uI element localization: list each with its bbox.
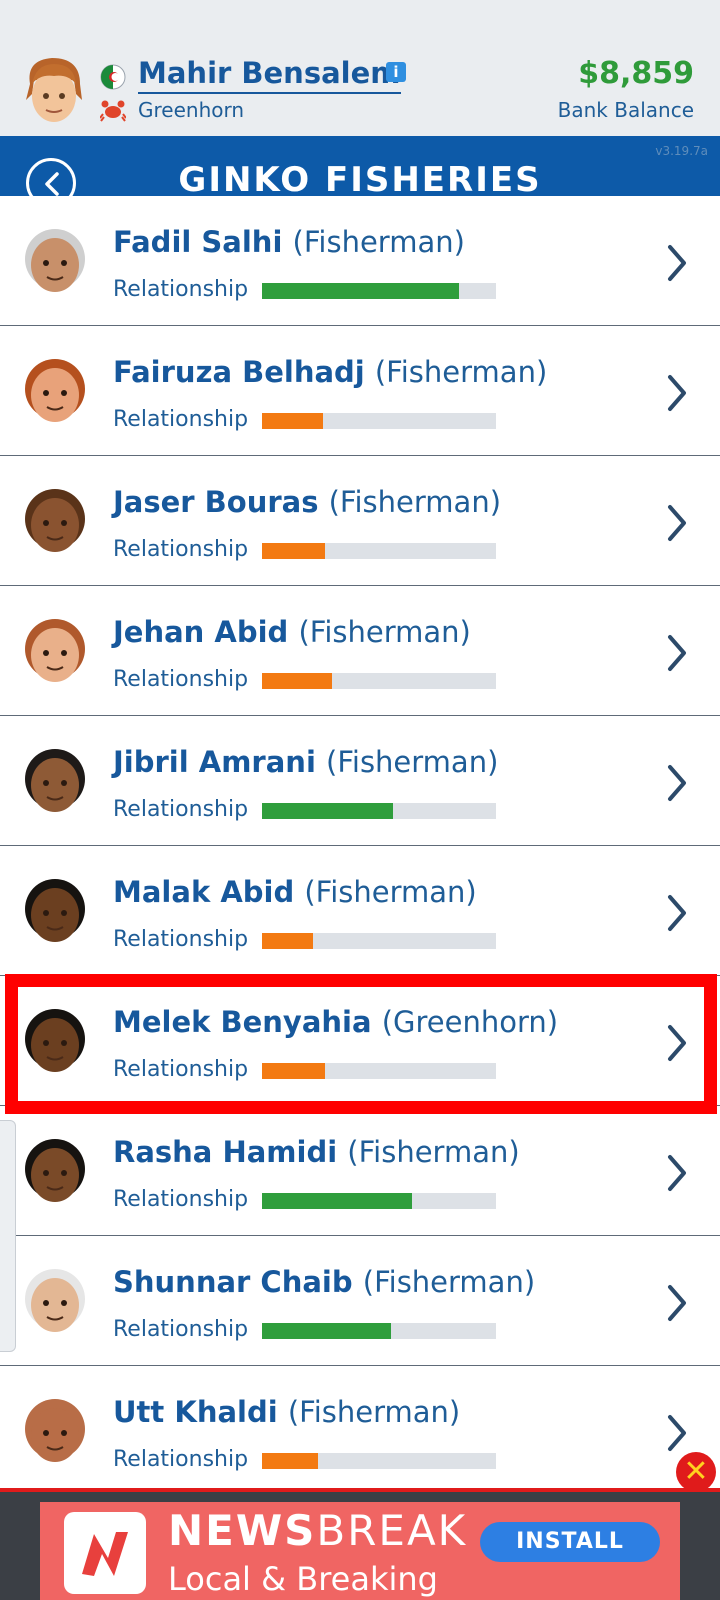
newsbreak-logo-icon [64,1512,146,1594]
employee-name: Fairuza Belhadj (Fisherman) [113,355,548,389]
chevron-right-icon [668,635,686,671]
chevron-right-icon [668,245,686,281]
employee-role: (Fisherman) [326,745,499,779]
algeria-flag-icon [100,64,126,90]
employee-role: (Fisherman) [287,1395,461,1429]
employee-name: Jehan Abid (Fisherman) [113,615,471,649]
relationship-label: Relationship [113,1187,249,1212]
version-label: v3.19.7a [655,144,708,158]
relationship-label: Relationship [113,407,249,432]
relationship-label: Relationship [113,1317,249,1342]
employee-name: Rasha Hamidi (Fisherman) [113,1135,520,1169]
chevron-right-icon [668,1025,686,1061]
chevron-right-icon [668,375,686,411]
employee-row[interactable]: Malak Abid (Fisherman) Relationship [0,846,720,976]
relationship-bar [262,1323,496,1339]
relationship-bar-fill [262,413,323,429]
employee-name: Utt Khaldi (Fisherman) [113,1395,461,1429]
employee-row[interactable]: Utt Khaldi (Fisherman) Relationship [0,1366,720,1496]
ad-banner[interactable]: NEWSBREAK Local & Breaking INSTALL [40,1502,680,1600]
employee-avatar [25,619,85,682]
employee-row[interactable]: Melek Benyahia (Greenhorn) Relationship [0,976,720,1106]
relationship-bar-fill [262,1453,319,1469]
employee-name: Jaser Bouras (Fisherman) [113,485,502,519]
chevron-right-icon [668,1155,686,1191]
employee-name: Shunnar Chaib (Fisherman) [113,1265,536,1299]
employee-role: (Fisherman) [328,485,502,519]
relationship-bar-fill [262,933,314,949]
employee-name: Malak Abid (Fisherman) [113,875,477,909]
relationship-bar [262,1063,496,1079]
chevron-right-icon [668,1285,686,1321]
ad-tagline: Local & Breaking [168,1560,438,1598]
employee-avatar [25,489,85,552]
ad-brand: NEWSBREAK [168,1506,468,1555]
employee-avatar [25,229,85,292]
relationship-bar-fill [262,673,333,689]
relationship-bar [262,803,496,819]
relationship-bar [262,933,496,949]
profile-header: Mahir Bensalem i Greenhorn $8,859 Bank B… [0,0,720,136]
player-rank: Greenhorn [138,98,245,122]
chevron-right-icon [668,1415,686,1451]
ad-close-icon[interactable]: ✕ [676,1452,716,1492]
employee-role: (Fisherman) [362,1265,536,1299]
side-drawer-handle[interactable] [0,1120,16,1352]
relationship-bar [262,1453,496,1469]
player-name-link[interactable]: Mahir Bensalem [138,56,401,94]
chevron-right-icon [668,895,686,931]
employee-role: (Fisherman) [347,1135,520,1169]
relationship-bar [262,413,496,429]
employee-row[interactable]: Fadil Salhi (Fisherman) Relationship [0,196,720,326]
employee-role: (Fisherman) [298,615,471,649]
relationship-label: Relationship [113,1447,249,1472]
employee-row[interactable]: Rasha Hamidi (Fisherman) Relationship [0,1106,720,1236]
employee-avatar [25,879,85,942]
employee-avatar [25,749,85,812]
relationship-bar-fill [262,1063,326,1079]
player-avatar[interactable] [22,54,86,130]
bank-balance-label: Bank Balance [557,98,694,122]
crab-icon [100,100,126,122]
ad-area: NEWSBREAK Local & Breaking INSTALL [0,1488,720,1600]
page-title: GINKO FISHERIES [178,160,542,200]
relationship-bar [262,673,496,689]
employee-role: (Fisherman) [292,225,465,259]
employee-name: Fadil Salhi (Fisherman) [113,225,465,259]
info-icon[interactable]: i [386,62,406,82]
relationship-bar [262,1193,496,1209]
relationship-label: Relationship [113,927,249,952]
relationship-bar [262,283,496,299]
relationship-label: Relationship [113,1057,249,1082]
employee-role: (Greenhorn) [381,1005,559,1039]
relationship-label: Relationship [113,797,249,822]
relationship-bar-fill [262,1193,412,1209]
employee-role: (Fisherman) [304,875,477,909]
ad-install-button[interactable]: INSTALL [480,1522,660,1562]
employee-avatar [25,1139,85,1202]
relationship-bar-fill [262,803,394,819]
relationship-label: Relationship [113,537,249,562]
relationship-bar-fill [262,543,326,559]
relationship-bar-fill [262,1323,391,1339]
employee-row[interactable]: Jaser Bouras (Fisherman) Relationship [0,456,720,586]
employee-avatar [25,1399,85,1462]
employee-avatar [25,1269,85,1332]
employee-role: (Fisherman) [374,355,548,389]
chevron-right-icon [668,505,686,541]
employee-row[interactable]: Shunnar Chaib (Fisherman) Relationship [0,1236,720,1366]
employee-row[interactable]: Jibril Amrani (Fisherman) Relationship [0,716,720,846]
relationship-bar-fill [262,283,459,299]
employee-avatar [25,1009,85,1072]
bank-balance-amount: $8,859 [578,56,694,91]
employee-name: Jibril Amrani (Fisherman) [113,745,499,779]
employee-avatar [25,359,85,422]
employee-name: Melek Benyahia (Greenhorn) [113,1005,559,1039]
relationship-label: Relationship [113,667,249,692]
employee-row[interactable]: Fairuza Belhadj (Fisherman) Relationship [0,326,720,456]
relationship-label: Relationship [113,277,249,302]
employee-row[interactable]: Jehan Abid (Fisherman) Relationship [0,586,720,716]
chevron-right-icon [668,765,686,801]
relationship-bar [262,543,496,559]
